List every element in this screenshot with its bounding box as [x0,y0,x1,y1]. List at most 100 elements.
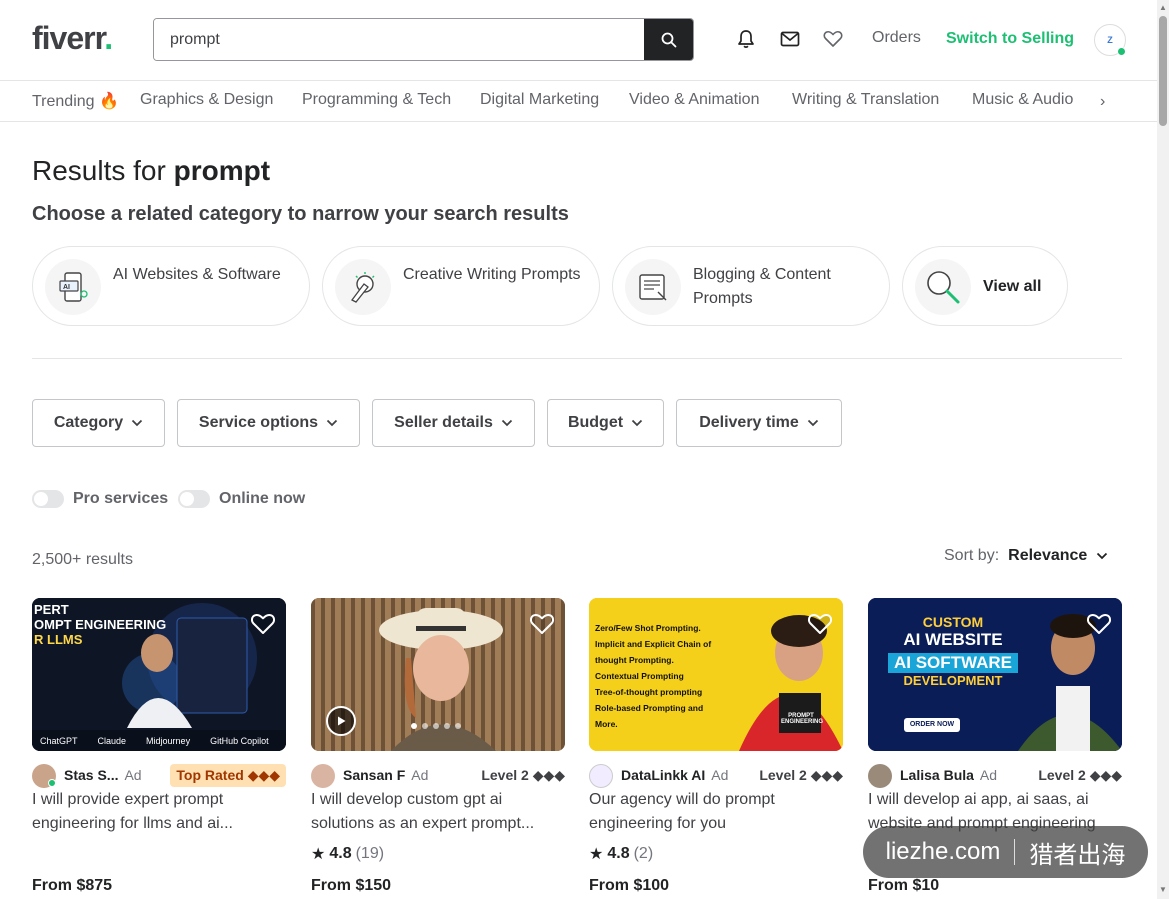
thumbnail-list-item: Contextual Prompting [595,671,684,681]
save-gig-heart-icon[interactable] [807,612,833,638]
save-gig-heart-icon[interactable] [1086,612,1112,638]
nav-item-programming-tech[interactable]: Programming & Tech [302,91,451,109]
ad-label: Ad [411,767,429,783]
filter-category[interactable]: Category [32,399,165,447]
scrollbar-thumb[interactable] [1159,16,1167,126]
seller-name[interactable]: DataLinkk AI Ad [621,767,728,783]
nav-item-video-animation[interactable]: Video & Animation [629,91,759,109]
sort-value: Relevance [1008,547,1088,564]
favorites-button[interactable] [822,28,844,50]
related-category-view-all[interactable]: View all [902,246,1068,326]
gig-thumbnail[interactable]: PERT OMPT ENGINEERING R LLMS ChatGPT Clau… [32,598,286,751]
thumbnail-list-item: Zero/Few Shot Prompting. [595,623,701,633]
watermark-right-text: 猎者出海 [1029,841,1126,869]
nav-item-music-audio[interactable]: Music & Audio [972,91,1073,109]
save-gig-heart-icon[interactable] [250,612,276,638]
filter-label: Budget [567,414,624,431]
results-prefix: Results for [32,155,166,186]
thumbnail-list-item: Implicit and Explicit Chain of thought P… [595,639,712,665]
seller-name-text: Sansan F [343,767,406,783]
ad-label: Ad [124,767,142,783]
chevron-down-icon [326,419,338,427]
watermark-separator [1014,839,1016,865]
filter-service-options[interactable]: Service options [177,399,360,447]
ad-label: Ad [711,767,729,783]
seller-name[interactable]: Lalisa Bula Ad [900,767,997,783]
rating-value: 4.8 [607,845,630,862]
gig-price: From $10 [868,877,940,894]
gig-title[interactable]: I will develop custom gpt ai solutions a… [311,788,565,836]
thumbnail-heading: CUSTOM AI WEBSITE AI SOFTWARE DEVELOPMEN… [868,614,1038,688]
messages-button[interactable] [779,28,801,50]
related-category-blogging-content[interactable]: Blogging & Content Prompts [612,246,890,326]
nav-next-chevron-icon[interactable]: › [1100,93,1105,111]
avatar-initial: Z [1107,35,1113,45]
gig-thumbnail[interactable] [311,598,565,751]
pen-bulb-icon [335,259,391,315]
seller-level-badge: Level 2 ◆◆◆ [1038,767,1122,783]
thumbnail-logo-label: Claude [97,736,127,746]
thumbnail-text-line: DEVELOPMENT [903,673,1003,688]
play-icon [338,716,346,726]
nav-item-digital-marketing[interactable]: Digital Marketing [480,91,599,109]
search-input[interactable] [154,19,645,60]
search-button[interactable] [644,19,693,60]
fiverr-logo[interactable]: fiverr. [32,20,113,57]
filter-label: Category [53,414,124,431]
filter-delivery-time[interactable]: Delivery time [676,399,842,447]
gig-thumbnail[interactable]: CUSTOM AI WEBSITE AI SOFTWARE DEVELOPMEN… [868,598,1122,751]
heart-icon [823,30,843,47]
filter-budget[interactable]: Budget [547,399,664,447]
logo-dot: . [104,20,113,56]
star-icon: ★ [311,846,326,863]
nav-item-trending[interactable]: Trending 🔥 [32,91,119,111]
top-header: fiverr. Orders Switch to Selling Z [0,0,1157,81]
switch-to-selling-link[interactable]: Switch to Selling [946,30,1074,48]
watermark-left-text: liezhe.com [885,838,1001,865]
online-now-label: Online now [219,490,306,507]
online-now-toggle[interactable] [178,490,210,508]
filter-label: Delivery time [699,414,799,431]
category-nav: Trending 🔥 Graphics & Design Programming… [0,81,1157,122]
gig-thumbnail[interactable]: Zero/Few Shot Prompting. Implicit and Ex… [589,598,843,751]
thumbnail-caption: PROMPT ENGINEERING [781,713,824,725]
nav-item-writing-translation[interactable]: Writing & Translation [792,91,939,109]
related-category-creative-writing[interactable]: Creative Writing Prompts [322,246,600,326]
gig-rating: ★ 4.8 (2) [589,844,653,864]
top-rated-badge: Top Rated ◆◆◆ [170,764,286,787]
thumbnail-logo-label: Midjourney [146,736,191,746]
filter-label: Service options [198,414,319,431]
search-icon [661,32,676,47]
ad-label: Ad [979,767,998,783]
search-bar [153,18,694,61]
seller-avatar[interactable] [311,764,335,788]
seller-online-dot [48,779,56,787]
seller-avatar[interactable] [589,764,613,788]
online-status-dot [1117,47,1126,56]
play-video-button[interactable] [326,706,356,736]
orders-link[interactable]: Orders [872,29,921,47]
thumbnail-text-line: CUSTOM [922,614,984,630]
thumbnail-text-line: OMPT ENGINEERING [34,617,167,632]
seller-name[interactable]: Stas S... Ad [64,767,142,783]
notifications-button[interactable] [735,28,757,50]
scroll-up-arrow-icon[interactable]: ▲ [1159,3,1167,12]
thumbnail-logo-label: GitHub Copilot [210,736,269,746]
nav-item-graphics-design[interactable]: Graphics & Design [140,91,273,109]
filter-seller-details[interactable]: Seller details [372,399,535,447]
sort-dropdown[interactable]: Sort by: Relevance [944,547,1108,565]
related-category-ai-websites[interactable]: AI AI Websites & Software [32,246,310,326]
review-count: (19) [355,845,385,862]
save-gig-heart-icon[interactable] [529,612,555,638]
seller-avatar[interactable] [868,764,892,788]
page-scrollbar[interactable]: ▲ ▼ [1157,0,1169,899]
thumbnail-logo-label: ChatGPT [40,736,78,746]
gig-title[interactable]: Our agency will do prompt engineering fo… [589,788,843,836]
gig-title[interactable]: I will provide expert prompt engineering… [32,788,286,836]
pro-services-toggle[interactable] [32,490,64,508]
seller-name[interactable]: Sansan F Ad [343,767,428,783]
svg-text:AI: AI [63,284,70,291]
rating-value: 4.8 [329,845,352,862]
scroll-down-arrow-icon[interactable]: ▼ [1159,885,1167,894]
envelope-icon [780,31,800,47]
